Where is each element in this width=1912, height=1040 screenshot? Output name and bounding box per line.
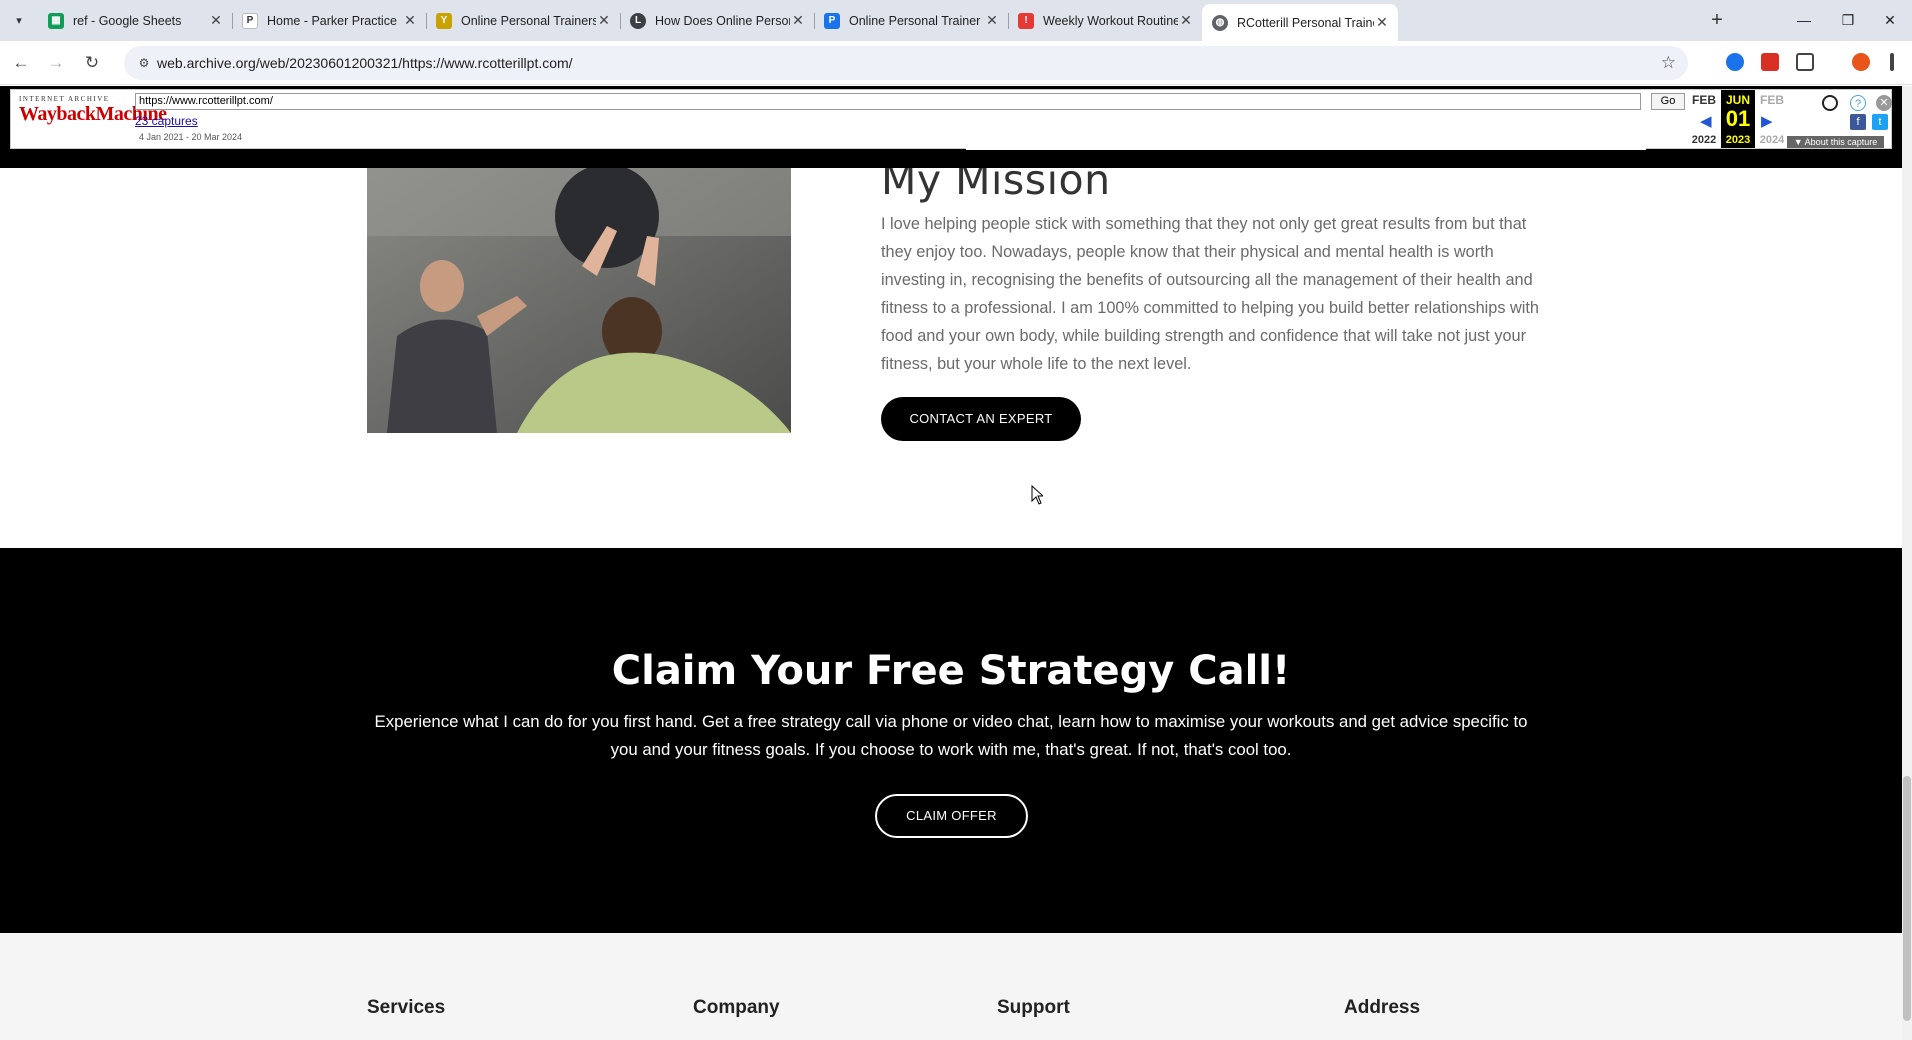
tab-title: ref - Google Sheets: [73, 13, 182, 28]
help-icon[interactable]: ?: [1850, 95, 1866, 111]
tab-title: How Does Online Personal Trai: [655, 13, 790, 28]
account-icon[interactable]: [1822, 95, 1838, 111]
restore-icon[interactable]: ❐: [1828, 8, 1868, 32]
mission-body: I love helping people stick with somethi…: [881, 215, 1539, 373]
tab-rcotterill-active[interactable]: ◍ RCotterill Personal Trainer - Per ✕: [1202, 4, 1398, 41]
trainer-photo: [367, 166, 791, 433]
about-capture-button[interactable]: ▼ About this capture: [1787, 136, 1884, 148]
extension-icon[interactable]: [1726, 53, 1744, 71]
year-label: 2024: [1759, 134, 1785, 146]
tab-strip: ▾ ▦ ref - Google Sheets ✕ P Home - Parke…: [0, 0, 1912, 41]
site-favicon-icon: Y: [436, 12, 452, 29]
prev-capture-arrow-icon[interactable]: ◀: [1700, 112, 1712, 130]
back-icon[interactable]: ←: [9, 51, 33, 75]
close-tab-icon[interactable]: ✕: [596, 12, 612, 29]
close-wayback-icon[interactable]: ✕: [1876, 95, 1892, 111]
logo-big-text: WaybackMachine: [19, 103, 167, 125]
tab-google-sheets[interactable]: ▦ ref - Google Sheets ✕: [38, 6, 233, 35]
mouse-cursor-icon: [1031, 485, 1043, 505]
month-label: FEB: [1692, 93, 1716, 107]
forward-icon[interactable]: →: [44, 51, 68, 75]
sheets-icon: ▦: [48, 12, 64, 29]
shield-extension-icon[interactable]: [1761, 53, 1779, 71]
twitter-icon[interactable]: t: [1872, 114, 1888, 130]
year-label: 2022: [1691, 134, 1717, 146]
strategy-body: Experience what I can do for you first h…: [374, 712, 1528, 759]
tab-title: RCotterill Personal Trainer - Per: [1237, 15, 1374, 30]
wayback-toolbar: INTERNET ARCHIVE WaybackMachine https://…: [10, 89, 1892, 150]
close-tab-icon[interactable]: ✕: [1374, 14, 1390, 31]
address-bar[interactable]: ⚙ web.archive.org/web/20230601200321/htt…: [124, 46, 1688, 80]
browser-toolbar: ← → ↻ ⚙ web.archive.org/web/202306012003…: [0, 41, 1912, 85]
profile-avatar-icon[interactable]: [1852, 53, 1870, 71]
globe-icon: ◍: [1212, 14, 1228, 31]
wayback-url-input[interactable]: https://www.rcotterillpt.com/: [135, 93, 1641, 110]
close-tab-icon[interactable]: ✕: [1178, 12, 1194, 29]
trainer-photo-illustration: [367, 166, 791, 433]
puzzle-extensions-icon[interactable]: [1796, 53, 1814, 71]
site-favicon-icon: P: [242, 12, 258, 29]
close-window-icon[interactable]: ✕: [1870, 8, 1910, 32]
logo-small-text: INTERNET ARCHIVE: [19, 95, 110, 103]
close-tab-icon[interactable]: ✕: [984, 12, 1000, 29]
site-info-icon[interactable]: ⚙: [136, 55, 152, 71]
facebook-icon[interactable]: f: [1850, 114, 1866, 130]
capture-date-range: 4 Jan 2021 - 20 Mar 2024: [139, 132, 243, 142]
tab-online-personal-trainers[interactable]: Y Online Personal Trainers - Fitne ✕: [426, 6, 621, 35]
captures-link[interactable]: 23 captures: [135, 114, 198, 128]
url-text[interactable]: web.archive.org/web/20230601200321/https…: [157, 55, 573, 71]
menu-kebab-icon[interactable]: [1890, 53, 1894, 71]
contact-expert-button[interactable]: CONTACT AN EXPERT: [881, 397, 1081, 441]
site-favicon-icon: P: [824, 12, 840, 29]
reload-icon[interactable]: ↻: [80, 51, 104, 75]
tab-parker-practice[interactable]: P Home - Parker Practice ✕: [232, 6, 427, 35]
claim-offer-button[interactable]: CLAIM OFFER: [875, 794, 1028, 838]
new-tab-icon[interactable]: +: [1705, 9, 1729, 33]
next-capture-arrow-icon[interactable]: ▶: [1761, 112, 1773, 130]
wayback-blank-area: [966, 110, 1646, 150]
day-label: 01: [1725, 106, 1751, 131]
current-capture-date: JUN 01 2023: [1721, 90, 1755, 148]
tab-how-does-online[interactable]: L How Does Online Personal Trai ✕: [620, 6, 815, 35]
month-label: FEB: [1760, 93, 1784, 107]
tab-weekly-workout[interactable]: ! Weekly Workout Routine & Per ✕: [1008, 6, 1202, 35]
scrollbar-thumb[interactable]: [1903, 776, 1911, 1021]
strategy-call-section: Claim Your Free Strategy Call! Experienc…: [0, 548, 1902, 933]
strategy-title: Claim Your Free Strategy Call!: [611, 648, 1291, 694]
site-favicon-icon: !: [1018, 12, 1034, 29]
footer-heading-services: Services: [367, 997, 446, 1018]
footer-heading-support: Support: [997, 997, 1070, 1018]
site-favicon-icon: L: [630, 12, 646, 29]
wayback-go-button[interactable]: Go: [1651, 93, 1685, 110]
footer-heading-address: Address: [1344, 997, 1421, 1018]
close-tab-icon[interactable]: ✕: [402, 12, 418, 29]
tab-online-personal-trainer[interactable]: P Online Personal Trainer | Online ✕: [814, 6, 1009, 35]
minimize-icon[interactable]: —: [1784, 8, 1824, 32]
next-capture-month[interactable]: FEB 2024: [1755, 90, 1789, 146]
tab-title: Online Personal Trainer | Online: [849, 13, 984, 28]
bookmark-star-icon[interactable]: ☆: [1661, 53, 1676, 73]
footer: Services Company Support Address: [0, 933, 1902, 1040]
tab-search-icon[interactable]: ▾: [8, 10, 30, 32]
year-label: 2023: [1725, 134, 1751, 146]
close-tab-icon[interactable]: ✕: [790, 12, 806, 29]
prev-capture-month[interactable]: FEB 2022: [1687, 90, 1721, 146]
page-scrollbar[interactable]: [1902, 86, 1912, 1040]
tab-title: Online Personal Trainers - Fitne: [461, 13, 596, 28]
month-label: JUN: [1725, 93, 1750, 107]
tab-title: Weekly Workout Routine & Per: [1043, 13, 1178, 28]
wayback-logo[interactable]: INTERNET ARCHIVE WaybackMachine: [19, 95, 167, 135]
footer-heading-company: Company: [693, 997, 780, 1018]
page-viewport: INTERNET ARCHIVE WaybackMachine https://…: [0, 86, 1912, 1040]
close-tab-icon[interactable]: ✕: [208, 12, 224, 29]
tab-title: Home - Parker Practice: [267, 13, 397, 28]
